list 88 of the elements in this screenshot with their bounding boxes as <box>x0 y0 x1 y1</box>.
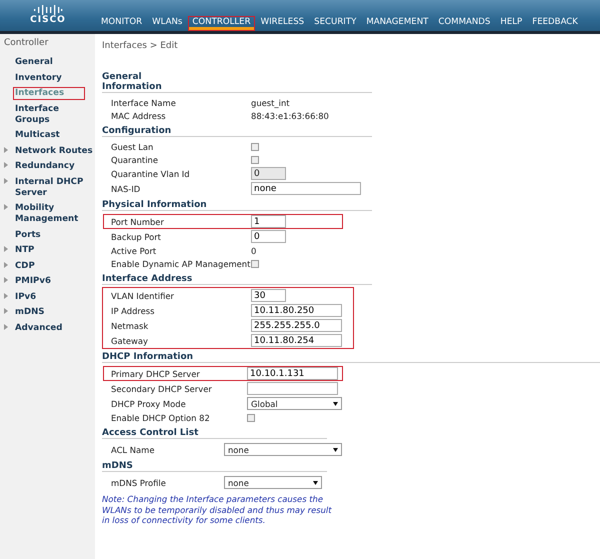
sidebar-title: Controller <box>3 38 48 50</box>
nav-tab[interactable]: MONITOR <box>97 16 146 31</box>
dropdown[interactable]: none <box>224 476 322 489</box>
nav-tab[interactable]: FEEDBACK <box>528 16 582 31</box>
logo-text: CISCO <box>30 15 66 25</box>
logo-bars-icon <box>33 5 63 15</box>
field-label: MAC Address <box>111 110 167 120</box>
caret-icon <box>333 448 338 452</box>
field-label: Enable DHCP Option 82 <box>111 412 211 422</box>
checkbox[interactable] <box>251 142 259 150</box>
sidebar-item[interactable]: General <box>13 56 55 69</box>
expand-arrow-icon[interactable] <box>4 162 8 168</box>
input-field[interactable]: 1 <box>251 215 286 228</box>
field-label: Gateway <box>111 336 149 346</box>
field-label: IP Address <box>111 306 156 316</box>
field-label: Netmask <box>111 320 150 330</box>
sidebar-item[interactable]: Inventory <box>13 72 64 84</box>
input-field[interactable]: 30 <box>251 289 286 302</box>
field-label: Backup Port <box>111 232 162 242</box>
sidebar-item[interactable]: Mobility Management <box>13 202 95 226</box>
field-label: Secondary DHCP Server <box>111 384 213 394</box>
section-title: Physical Information <box>102 199 208 210</box>
expand-arrow-icon[interactable] <box>4 324 8 330</box>
caret-icon <box>333 402 338 406</box>
sidebar-item[interactable]: Internal DHCP Server <box>13 176 95 200</box>
expand-arrow-icon[interactable] <box>4 308 8 314</box>
input-field[interactable]: 10.10.1.131 <box>247 367 338 380</box>
section-title: Interface Address <box>102 273 194 284</box>
expand-arrow-icon[interactable] <box>4 204 8 210</box>
expand-arrow-icon[interactable] <box>4 178 8 184</box>
section-title: mDNS <box>102 460 134 471</box>
sidebar-item[interactable]: CDP <box>13 260 37 272</box>
input-field[interactable]: 10.11.80.254 <box>251 334 342 347</box>
expand-arrow-icon[interactable] <box>4 146 8 152</box>
checkbox[interactable] <box>247 414 255 422</box>
field-label: mDNS Profile <box>111 478 167 488</box>
field-label: NAS-ID <box>111 184 142 194</box>
sidebar-item[interactable]: Ports <box>13 228 43 242</box>
expand-arrow-icon[interactable] <box>4 277 8 283</box>
sidebar-item[interactable]: Multicast <box>13 129 62 142</box>
checkbox[interactable] <box>251 156 259 164</box>
dropdown[interactable]: none <box>224 443 342 456</box>
sidebar-item[interactable]: PMIPv6 <box>13 275 53 288</box>
input-field[interactable]: 10.11.80.250 <box>251 304 342 317</box>
sidebar-item[interactable]: Network Routes <box>13 144 95 158</box>
sidebar-item[interactable]: NTP <box>13 244 36 257</box>
nav-tab[interactable]: CONTROLLER <box>188 16 255 31</box>
field-label: VLAN Identifier <box>111 290 175 300</box>
field-label: Active Port <box>111 246 158 256</box>
nav-tab[interactable]: COMMANDS <box>434 16 494 31</box>
sidebar-item[interactable]: mDNS <box>13 306 46 319</box>
field-label: ACL Name <box>111 444 156 454</box>
sidebar-item[interactable]: Advanced <box>13 322 64 334</box>
section-title: DHCP Information <box>102 351 194 362</box>
field-value: 0 <box>251 246 258 256</box>
nav-tab[interactable]: WLANs <box>148 16 186 31</box>
field-label: Primary DHCP Server <box>111 368 201 378</box>
input-field[interactable] <box>247 382 338 395</box>
input-field[interactable]: none <box>251 182 361 195</box>
checkbox[interactable] <box>251 260 259 268</box>
nav-tab[interactable]: MANAGEMENT <box>362 16 432 31</box>
field-label: DHCP Proxy Mode <box>111 398 187 408</box>
input-field[interactable]: 255.255.255.0 <box>251 319 342 332</box>
field-label: Enable Dynamic AP Management <box>111 258 251 268</box>
field-value: 88:43:e1:63:66:80 <box>251 110 330 120</box>
expand-arrow-icon[interactable] <box>4 246 8 252</box>
expand-arrow-icon[interactable] <box>4 292 8 298</box>
field-label: Interface Name <box>111 98 177 108</box>
field-value: guest_int <box>251 98 291 108</box>
expand-arrow-icon[interactable] <box>4 262 8 268</box>
breadcrumb: Interfaces > Edit <box>102 41 178 51</box>
dropdown[interactable]: Global <box>247 397 342 410</box>
nav-tab[interactable]: WIRELESS <box>256 16 308 31</box>
section-title: General Information <box>102 71 163 92</box>
note-text: Note: Changing the Interface parameters causes the WLANs to be temporarily disabled and thus may result in loss of connectivity for some clients. <box>102 494 332 526</box>
field-label: Guest Lan <box>111 142 154 152</box>
section-title: Access Control List <box>102 427 200 438</box>
sidebar-item[interactable]: IPv6 <box>13 290 38 304</box>
input-field[interactable]: 0 <box>251 230 286 243</box>
field-label: Quarantine <box>111 154 159 164</box>
caret-icon <box>313 480 318 484</box>
sidebar-item[interactable]: Interface Groups <box>13 102 95 126</box>
field-label: Quarantine Vlan Id <box>111 168 191 178</box>
sidebar-item[interactable]: Redundancy <box>13 160 77 173</box>
nav-tab[interactable]: SECURITY <box>310 16 360 31</box>
field-label: Port Number <box>111 216 165 226</box>
nav-tab[interactable]: HELP <box>496 16 526 31</box>
section-title: Configuration <box>102 125 172 136</box>
